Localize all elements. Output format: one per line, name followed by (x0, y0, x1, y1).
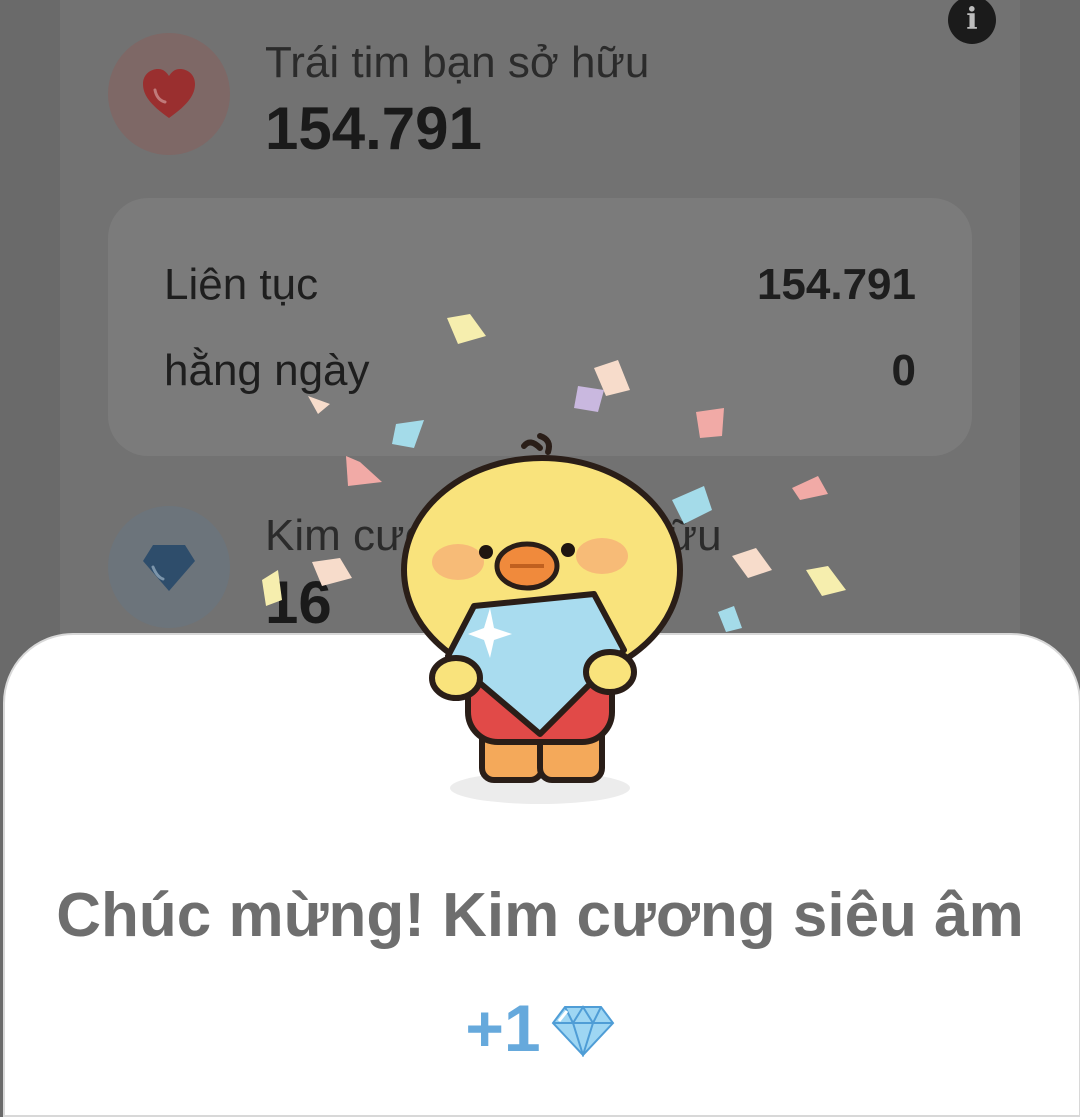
duck-mascot-illustration (401, 433, 683, 804)
reward-amount-row: +1 (0, 990, 1080, 1072)
gem-icon (551, 996, 615, 1072)
reward-amount: +1 (465, 991, 541, 1065)
congrats-title: Chúc mừng! Kim cương siêu âm (56, 881, 1024, 950)
